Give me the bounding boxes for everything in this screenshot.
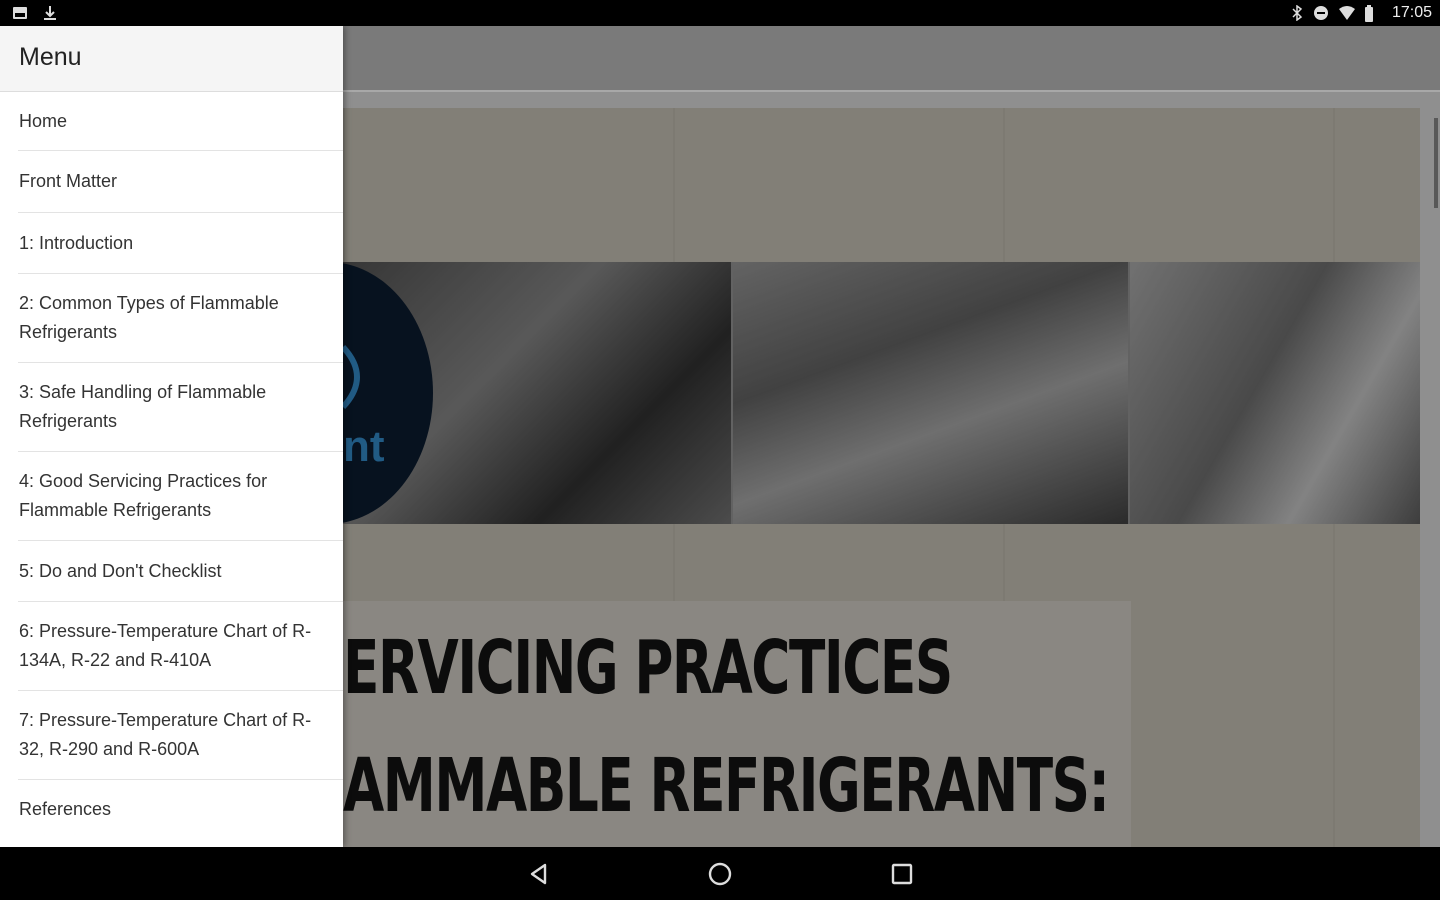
menu-item-common-types[interactable]: 2: Common Types of Flammable Refrigerant… bbox=[18, 274, 343, 363]
menu-item-front-matter[interactable]: Front Matter bbox=[18, 151, 343, 213]
menu-item-references[interactable]: References bbox=[18, 780, 343, 838]
system-nav-bar bbox=[0, 847, 1440, 900]
status-time: 17:05 bbox=[1391, 4, 1432, 21]
menu-item-introduction[interactable]: 1: Introduction bbox=[18, 213, 343, 274]
navigation-drawer: Menu Home Front Matter 1: Introduction 2… bbox=[0, 26, 343, 847]
menu-item-label: 4: Good Servicing Practices for Flammabl… bbox=[19, 471, 268, 520]
do-not-disturb-icon bbox=[1313, 5, 1329, 21]
menu-item-label: 1: Introduction bbox=[19, 232, 134, 253]
menu-item-label: 3: Safe Handling of Flammable Refrigeran… bbox=[19, 382, 267, 431]
download-icon bbox=[42, 5, 58, 21]
status-bar: 17:05 bbox=[0, 0, 1440, 26]
battery-icon bbox=[1364, 5, 1374, 22]
menu-item-safe-handling[interactable]: 3: Safe Handling of Flammable Refrigeran… bbox=[18, 363, 343, 452]
drawer-title: Menu bbox=[19, 43, 82, 71]
menu-item-label: 2: Common Types of Flammable Refrigerant… bbox=[19, 293, 279, 342]
menu-item-good-servicing[interactable]: 4: Good Servicing Practices for Flammabl… bbox=[18, 452, 343, 541]
menu-item-pt-chart-2[interactable]: 7: Pressure-Temperature Chart of R-32, R… bbox=[18, 691, 343, 780]
back-icon[interactable] bbox=[526, 861, 552, 887]
menu-item-home[interactable]: Home bbox=[18, 92, 343, 151]
recents-icon[interactable] bbox=[889, 861, 915, 887]
home-icon[interactable] bbox=[707, 861, 733, 887]
menu-item-pt-chart-1[interactable]: 6: Pressure-Temperature Chart of R-134A,… bbox=[18, 602, 343, 691]
menu-item-label: Home bbox=[19, 110, 68, 131]
menu-item-label: References bbox=[19, 798, 112, 819]
menu-list: Home Front Matter 1: Introduction 2: Com… bbox=[0, 92, 343, 838]
gallery-icon bbox=[12, 5, 28, 21]
menu-item-checklist[interactable]: 5: Do and Don't Checklist bbox=[18, 541, 343, 602]
menu-item-label: 6: Pressure-Temperature Chart of R-134A,… bbox=[19, 621, 312, 670]
wifi-icon bbox=[1338, 5, 1356, 21]
menu-item-label: 5: Do and Don't Checklist bbox=[19, 560, 222, 581]
drawer-header: Menu bbox=[0, 26, 343, 92]
menu-item-label: 7: Pressure-Temperature Chart of R-32, R… bbox=[19, 710, 312, 759]
bluetooth-icon bbox=[1290, 4, 1304, 22]
menu-item-label: Front Matter bbox=[19, 171, 118, 191]
